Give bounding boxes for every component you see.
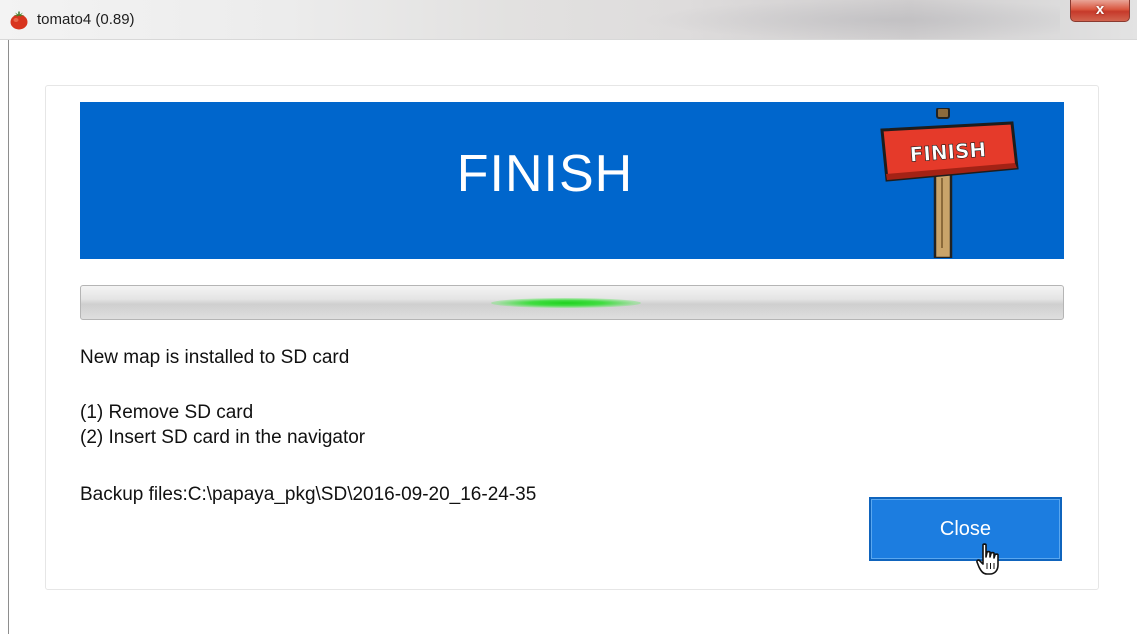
title-bar[interactable]: tomato4 (0.89) x xyxy=(0,0,1137,40)
window-close-button[interactable]: x xyxy=(1070,0,1130,22)
step-remove-card: (1) Remove SD card xyxy=(80,402,254,423)
hand-cursor-icon xyxy=(976,543,999,575)
finish-sign-icon: FINISH xyxy=(880,108,1019,258)
progress-indicator xyxy=(491,298,641,308)
app-window: tomato4 (0.89) x FINISH FINISH New map i… xyxy=(0,0,1137,634)
progress-bar xyxy=(80,285,1064,320)
tomato-icon xyxy=(10,11,28,30)
close-button[interactable]: Close xyxy=(869,497,1062,561)
banner-title: FINISH xyxy=(456,145,634,203)
finish-banner: FINISH FINISH xyxy=(80,102,1064,259)
window-title: tomato4 (0.89) xyxy=(37,11,135,28)
window-left-border xyxy=(8,40,9,634)
step-insert-card: (2) Insert SD card in the navigator xyxy=(80,427,366,448)
install-message: New map is installed to SD card xyxy=(80,347,350,368)
backup-path: Backup files:C:\papaya_pkg\SD\2016-09-20… xyxy=(80,484,537,505)
